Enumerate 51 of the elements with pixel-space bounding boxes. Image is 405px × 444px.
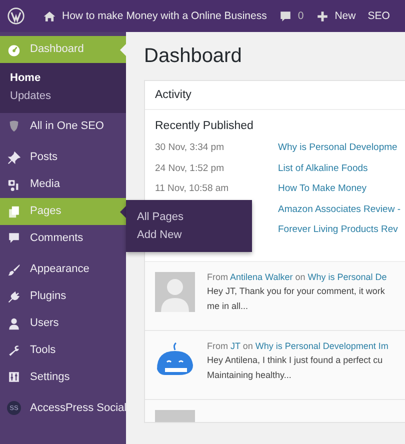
post-link[interactable]: Why is Personal Developme [278,142,398,162]
comment-meta: From Antilena Walker on Why is Personal De [207,272,387,282]
menu-item[interactable]: Users [0,310,126,337]
wordpress-logo-icon[interactable] [7,7,25,25]
submenu-item[interactable]: Home [0,69,126,87]
post-link[interactable]: Why is Personal De [308,272,387,282]
menu-item[interactable]: Plugins [0,283,126,310]
pages-icon [7,204,21,218]
shield-icon [7,119,21,133]
flyout-item[interactable]: Add New [126,226,252,244]
post-link[interactable]: Why is Personal Development Im [255,340,388,350]
comment-excerpt: Hey JT, Thank you for your comment, it work me in all... [207,284,386,312]
author-link[interactable]: Antilena Walker [230,272,293,282]
media-icon [7,178,21,192]
speech-bubble-icon [7,231,21,245]
seo-link[interactable]: SEO [368,10,390,22]
menu-item[interactable]: Tools [0,337,126,364]
author-link[interactable]: JT [230,340,240,350]
post-link[interactable]: Forever Living Products Rev [278,224,398,244]
post-link[interactable]: How To Make Money [278,183,367,204]
post-date: 24 Nov, 1:52 pm [155,162,224,174]
submenu-item[interactable]: Updates [0,87,126,105]
new-link[interactable]: New [334,10,356,22]
comment-count[interactable]: 0 [298,10,304,22]
menu-item[interactable]: All in One SEO [0,113,126,134]
comment-excerpt: Hey Antilena, I think I just found a perfect cu Maintaining healthy... [207,354,384,382]
menu-item[interactable]: Settings [0,364,126,385]
menu-item[interactable]: Media [0,171,126,198]
menu-item[interactable]: Posts [0,144,126,171]
menu-item[interactable]: Comments [0,225,126,246]
comment-meta: From JT on Why is Personal Development Im [207,340,388,350]
wrench-icon [7,344,21,358]
home-icon [43,10,56,22]
post-date: 11 Nov, 10:58 am [155,183,229,194]
post-link[interactable]: List of Alkaline Foods [278,162,368,183]
speech-bubble-icon [278,10,292,22]
menu-item[interactable]: Appearance [0,256,126,283]
post-date: 30 Nov, 3:34 pm [155,142,224,153]
card-title: Activity [145,81,405,110]
flyout-item[interactable]: All Pages [126,208,252,226]
plug-icon [7,290,21,304]
sliders-icon [7,370,21,384]
pushpin-icon [7,150,21,164]
section-title: Recently Published [155,120,254,132]
user-icon [7,316,21,330]
dashboard-icon [7,42,21,56]
site-title-link[interactable]: How to make Money with a Online Business [62,10,267,22]
page-title: Dashboard [144,45,243,68]
post-link[interactable]: Amazon Associates Review - [278,204,400,224]
plus-icon [316,10,329,22]
paintbrush-icon [7,262,21,276]
